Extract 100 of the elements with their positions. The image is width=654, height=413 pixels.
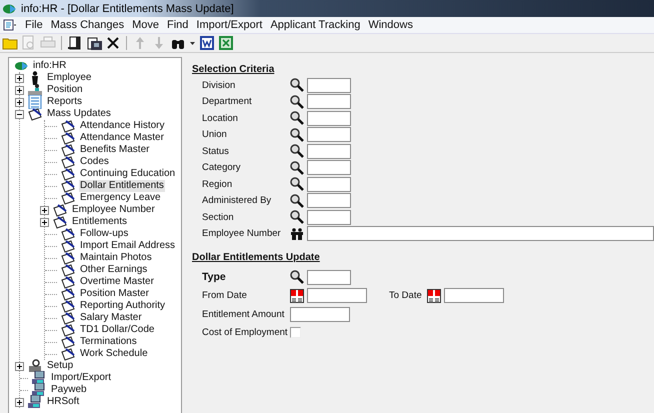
document-icon[interactable] (67, 35, 83, 51)
input-field[interactable] (307, 110, 351, 126)
pen-document-icon (27, 107, 43, 121)
tree-item[interactable]: Reports (46, 96, 84, 108)
tree-item[interactable]: TD1 Dollar/Code (79, 324, 156, 336)
input-field[interactable] (307, 160, 351, 176)
field-label: Category (202, 162, 242, 174)
section-heading: Dollar Entitlements Update (192, 252, 320, 263)
tree-item[interactable]: Import/Export (50, 372, 112, 384)
tree-item[interactable]: Attendance History (79, 120, 166, 132)
report-icon (27, 95, 43, 109)
tree-item[interactable]: Import Email Address (79, 240, 176, 252)
input-field[interactable] (307, 176, 351, 192)
field-label: Division (202, 80, 236, 91)
search-icon[interactable] (290, 94, 304, 109)
pen-document-icon (60, 323, 76, 337)
menu-item[interactable]: Find (163, 19, 192, 31)
checkbox[interactable] (290, 327, 301, 338)
window-title: info:HR - [Dollar Entitlements Mass Update] (21, 2, 234, 14)
menu-item[interactable]: Applicant Tracking (266, 19, 364, 31)
amount-field[interactable] (290, 306, 350, 322)
pen-document-icon (60, 227, 76, 241)
field-label: Administered By (202, 195, 272, 206)
save-icon[interactable] (86, 35, 102, 51)
tree-item[interactable]: info:HR (32, 60, 68, 72)
tree-item[interactable]: Continuing Education (79, 168, 176, 180)
search-icon[interactable] (290, 210, 304, 224)
section-heading: Selection Criteria (192, 64, 274, 75)
search-icon[interactable] (290, 160, 304, 175)
tree-item[interactable]: Employee (46, 72, 92, 84)
tree-item[interactable]: Maintain Photos (79, 252, 153, 264)
field-label: Department (202, 96, 253, 108)
tree-item[interactable]: Work Schedule (79, 348, 149, 360)
input-field[interactable] (307, 94, 351, 110)
menu-item[interactable]: File (21, 19, 47, 31)
word-icon[interactable] (199, 35, 215, 51)
menu-item[interactable]: Windows (364, 19, 417, 31)
pen-document-icon (60, 335, 76, 349)
menu-item[interactable]: Mass Changes (46, 19, 128, 31)
expand-icon[interactable] (40, 218, 49, 226)
tree-item[interactable]: Entitlements (71, 216, 128, 228)
search-icon[interactable] (290, 128, 304, 142)
pen-document-icon (60, 287, 76, 301)
tree-item[interactable]: Payweb (50, 384, 88, 396)
input-field[interactable] (307, 226, 654, 242)
search-icon[interactable] (290, 270, 304, 284)
search-icon[interactable] (290, 177, 304, 192)
tree-item[interactable]: Codes (79, 156, 110, 168)
expand-icon[interactable] (15, 74, 24, 82)
date-field[interactable] (444, 288, 504, 304)
tree-item[interactable]: Benefits Master (79, 144, 150, 156)
search-icon[interactable] (290, 144, 304, 158)
input-field[interactable] (307, 144, 351, 159)
pen-document-icon (60, 311, 76, 325)
tree-item[interactable]: Emergency Leave (79, 192, 162, 204)
tree-item[interactable]: Attendance Master (79, 132, 165, 144)
spreadsheet-icon[interactable] (218, 35, 234, 51)
input-field[interactable] (307, 127, 351, 142)
tree-item[interactable]: Mass Updates (46, 108, 112, 120)
document-menu-icon[interactable] (3, 19, 17, 31)
input-field[interactable] (307, 270, 351, 285)
expand-icon[interactable] (15, 398, 24, 406)
delete-icon[interactable] (105, 35, 121, 51)
search-icon[interactable] (290, 78, 304, 92)
date-field[interactable] (307, 288, 367, 304)
tree-item[interactable]: Salary Master (79, 312, 143, 324)
menu-item[interactable]: Move (128, 19, 164, 31)
tree-item[interactable]: Position Master (79, 288, 150, 300)
expand-icon[interactable] (40, 206, 49, 214)
search-icon[interactable] (290, 194, 304, 208)
expand-icon[interactable] (15, 362, 24, 370)
field-label: Cost of Employment (202, 327, 289, 338)
input-field[interactable] (307, 210, 351, 225)
app-icon (15, 61, 29, 71)
computer-network-icon (27, 395, 43, 409)
menu-item[interactable]: Import/Export (192, 19, 266, 31)
search-icon[interactable] (290, 111, 304, 126)
tree-item[interactable]: Reporting Authority (79, 300, 166, 312)
field-label: Section (202, 212, 235, 223)
input-field[interactable] (307, 78, 351, 93)
input-field[interactable] (307, 193, 351, 208)
tree-item[interactable]: Dollar Entitlements (79, 180, 165, 192)
tree-item[interactable]: HRSoft (46, 396, 80, 408)
expand-icon[interactable] (15, 86, 24, 94)
collapse-icon[interactable] (15, 110, 24, 118)
tree-item[interactable]: Other Earnings (79, 264, 148, 276)
calendar-icon[interactable] (290, 288, 304, 303)
calendar-icon[interactable] (426, 288, 441, 303)
tree-item[interactable]: Employee Number (71, 204, 156, 216)
pen-document-icon (60, 167, 76, 181)
pen-document-icon (60, 155, 76, 169)
computer-network-icon (31, 371, 47, 385)
people-icon[interactable] (290, 228, 304, 240)
expand-icon[interactable] (15, 98, 24, 106)
tree-item[interactable]: Setup (46, 360, 74, 372)
tree-item[interactable]: Follow-ups (79, 228, 130, 240)
tree-item[interactable]: Position (46, 84, 84, 96)
pen-document-icon (60, 179, 76, 193)
tree-item[interactable]: Overtime Master (79, 276, 155, 288)
tree-item[interactable]: Terminations (79, 336, 138, 348)
